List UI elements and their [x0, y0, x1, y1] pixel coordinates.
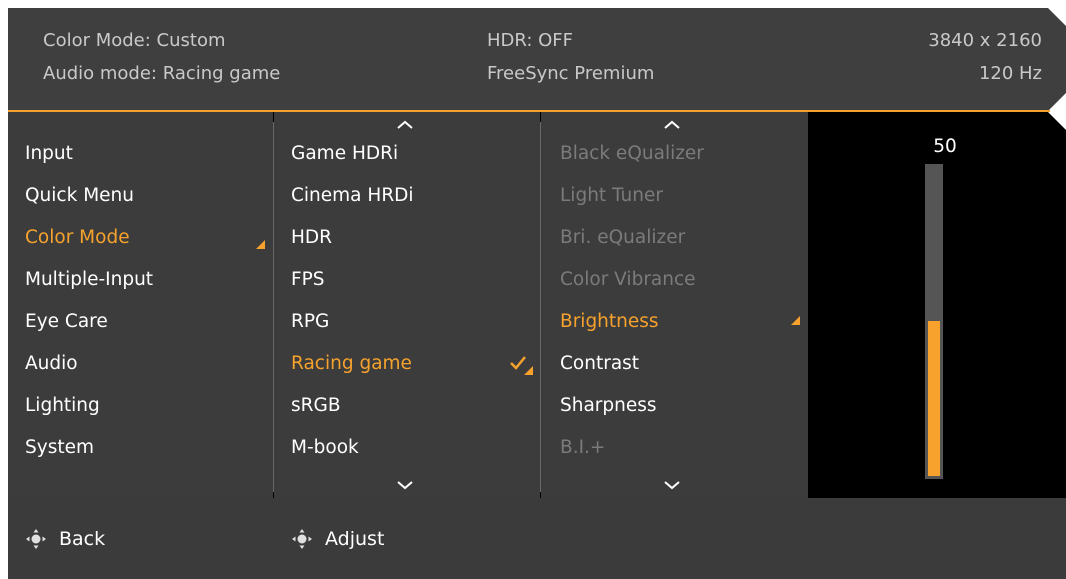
color-settings-column: Black eQualizer Light Tuner Bri. eQualiz… — [541, 112, 808, 498]
corner-triangle-icon — [524, 366, 533, 375]
menu-item-color-mode[interactable]: Color Mode — [25, 220, 130, 256]
menu-item-quick-menu[interactable]: Quick Menu — [25, 178, 134, 214]
refresh-rate-status: 120 Hz — [978, 63, 1042, 84]
menu-item-audio[interactable]: Audio — [25, 346, 78, 382]
mode-item-label: FPS — [291, 269, 325, 290]
brightness-slider[interactable] — [925, 164, 943, 479]
header-accent-line — [8, 110, 1050, 112]
column-divider — [273, 122, 274, 492]
audio-mode-status: Audio mode: Racing game — [43, 63, 281, 84]
menu-item-eye-care[interactable]: Eye Care — [25, 304, 108, 340]
color-mode-status: Color Mode: Custom — [43, 30, 226, 51]
setting-item-label: Sharpness — [560, 395, 657, 416]
color-mode-column: Game HDRi Cinema HRDi HDR FPS RPG Racing… — [274, 112, 540, 498]
adjust-label: Adjust — [325, 528, 385, 550]
mode-item-cinema-hrdi[interactable]: Cinema HRDi — [291, 178, 414, 214]
setting-item-brightness[interactable]: Brightness — [560, 304, 659, 340]
menu-item-label: Input — [25, 143, 73, 164]
mode-item-fps[interactable]: FPS — [291, 262, 325, 298]
setting-item-label: B.I.+ — [560, 437, 606, 458]
menu-item-system[interactable]: System — [25, 430, 94, 466]
setting-item-light-tuner: Light Tuner — [560, 178, 663, 214]
menu-item-label: Multiple-Input — [25, 269, 154, 290]
setting-item-label: Bri. eQualizer — [560, 227, 686, 248]
chevron-up-icon[interactable] — [396, 120, 414, 130]
status-header: Color Mode: Custom Audio mode: Racing ga… — [8, 8, 1066, 111]
menu-item-label: Audio — [25, 353, 78, 374]
corner-triangle-icon — [256, 240, 265, 249]
mode-item-label: Racing game — [291, 353, 412, 374]
mode-item-label: sRGB — [291, 395, 341, 416]
setting-item-contrast[interactable]: Contrast — [560, 346, 639, 382]
control-hint-bar: Back Adjust — [8, 498, 1066, 579]
hdr-status: HDR: OFF — [487, 30, 574, 51]
mode-item-hdr[interactable]: HDR — [291, 220, 332, 256]
setting-item-label: Black eQualizer — [560, 143, 704, 164]
back-label: Back — [59, 528, 106, 550]
menu-item-label: Quick Menu — [25, 185, 134, 206]
mode-item-racing-game[interactable]: Racing game — [291, 346, 412, 382]
setting-item-label: Brightness — [560, 311, 659, 332]
setting-item-label: Contrast — [560, 353, 640, 374]
adjust-hint[interactable]: Adjust — [291, 525, 384, 553]
menu-item-multiple-input[interactable]: Multiple-Input — [25, 262, 153, 298]
setting-item-bri-equalizer: Bri. eQualizer — [560, 220, 685, 256]
resolution-status: 3840 x 2160 — [928, 30, 1042, 51]
menu-item-label: Lighting — [25, 395, 100, 416]
freesync-status: FreeSync Premium — [487, 63, 655, 84]
back-hint[interactable]: Back — [25, 525, 105, 553]
menu-item-label: Eye Care — [25, 311, 108, 332]
mode-item-srgb[interactable]: sRGB — [291, 388, 341, 424]
setting-item-label: Color Vibrance — [560, 269, 696, 290]
joystick-icon — [292, 529, 312, 549]
chevron-up-icon[interactable] — [663, 120, 681, 130]
menu-item-input[interactable]: Input — [25, 136, 73, 172]
mode-item-label: Game HDRi — [291, 143, 399, 164]
setting-item-bi-plus: B.I.+ — [560, 430, 605, 466]
mode-item-label: Cinema HRDi — [291, 185, 414, 206]
menu-item-label: Color Mode — [25, 227, 130, 248]
setting-item-color-vibrance: Color Vibrance — [560, 262, 696, 298]
setting-item-sharpness[interactable]: Sharpness — [560, 388, 657, 424]
mode-item-m-book[interactable]: M-book — [291, 430, 359, 466]
mode-item-label: M-book — [291, 437, 359, 458]
menu-item-label: System — [25, 437, 94, 458]
mode-item-label: HDR — [291, 227, 333, 248]
column-divider — [540, 122, 541, 492]
mode-item-rpg[interactable]: RPG — [291, 304, 329, 340]
chevron-down-icon[interactable] — [663, 480, 681, 490]
main-menu-column: Input Quick Menu Color Mode Multiple-Inp… — [8, 112, 273, 498]
menu-item-lighting[interactable]: Lighting — [25, 388, 100, 424]
mode-item-game-hdri[interactable]: Game HDRi — [291, 136, 398, 172]
setting-item-label: Light Tuner — [560, 185, 663, 206]
joystick-icon — [26, 529, 46, 549]
monitor-osd: Color Mode: Custom Audio mode: Racing ga… — [0, 0, 1066, 579]
corner-triangle-icon — [791, 316, 800, 325]
brightness-slider-fill — [928, 321, 940, 476]
menu-area: Input Quick Menu Color Mode Multiple-Inp… — [8, 112, 1066, 498]
mode-item-label: RPG — [291, 311, 330, 332]
chevron-down-icon[interactable] — [396, 480, 414, 490]
brightness-value: 50 — [933, 136, 957, 157]
setting-item-black-equalizer: Black eQualizer — [560, 136, 704, 172]
